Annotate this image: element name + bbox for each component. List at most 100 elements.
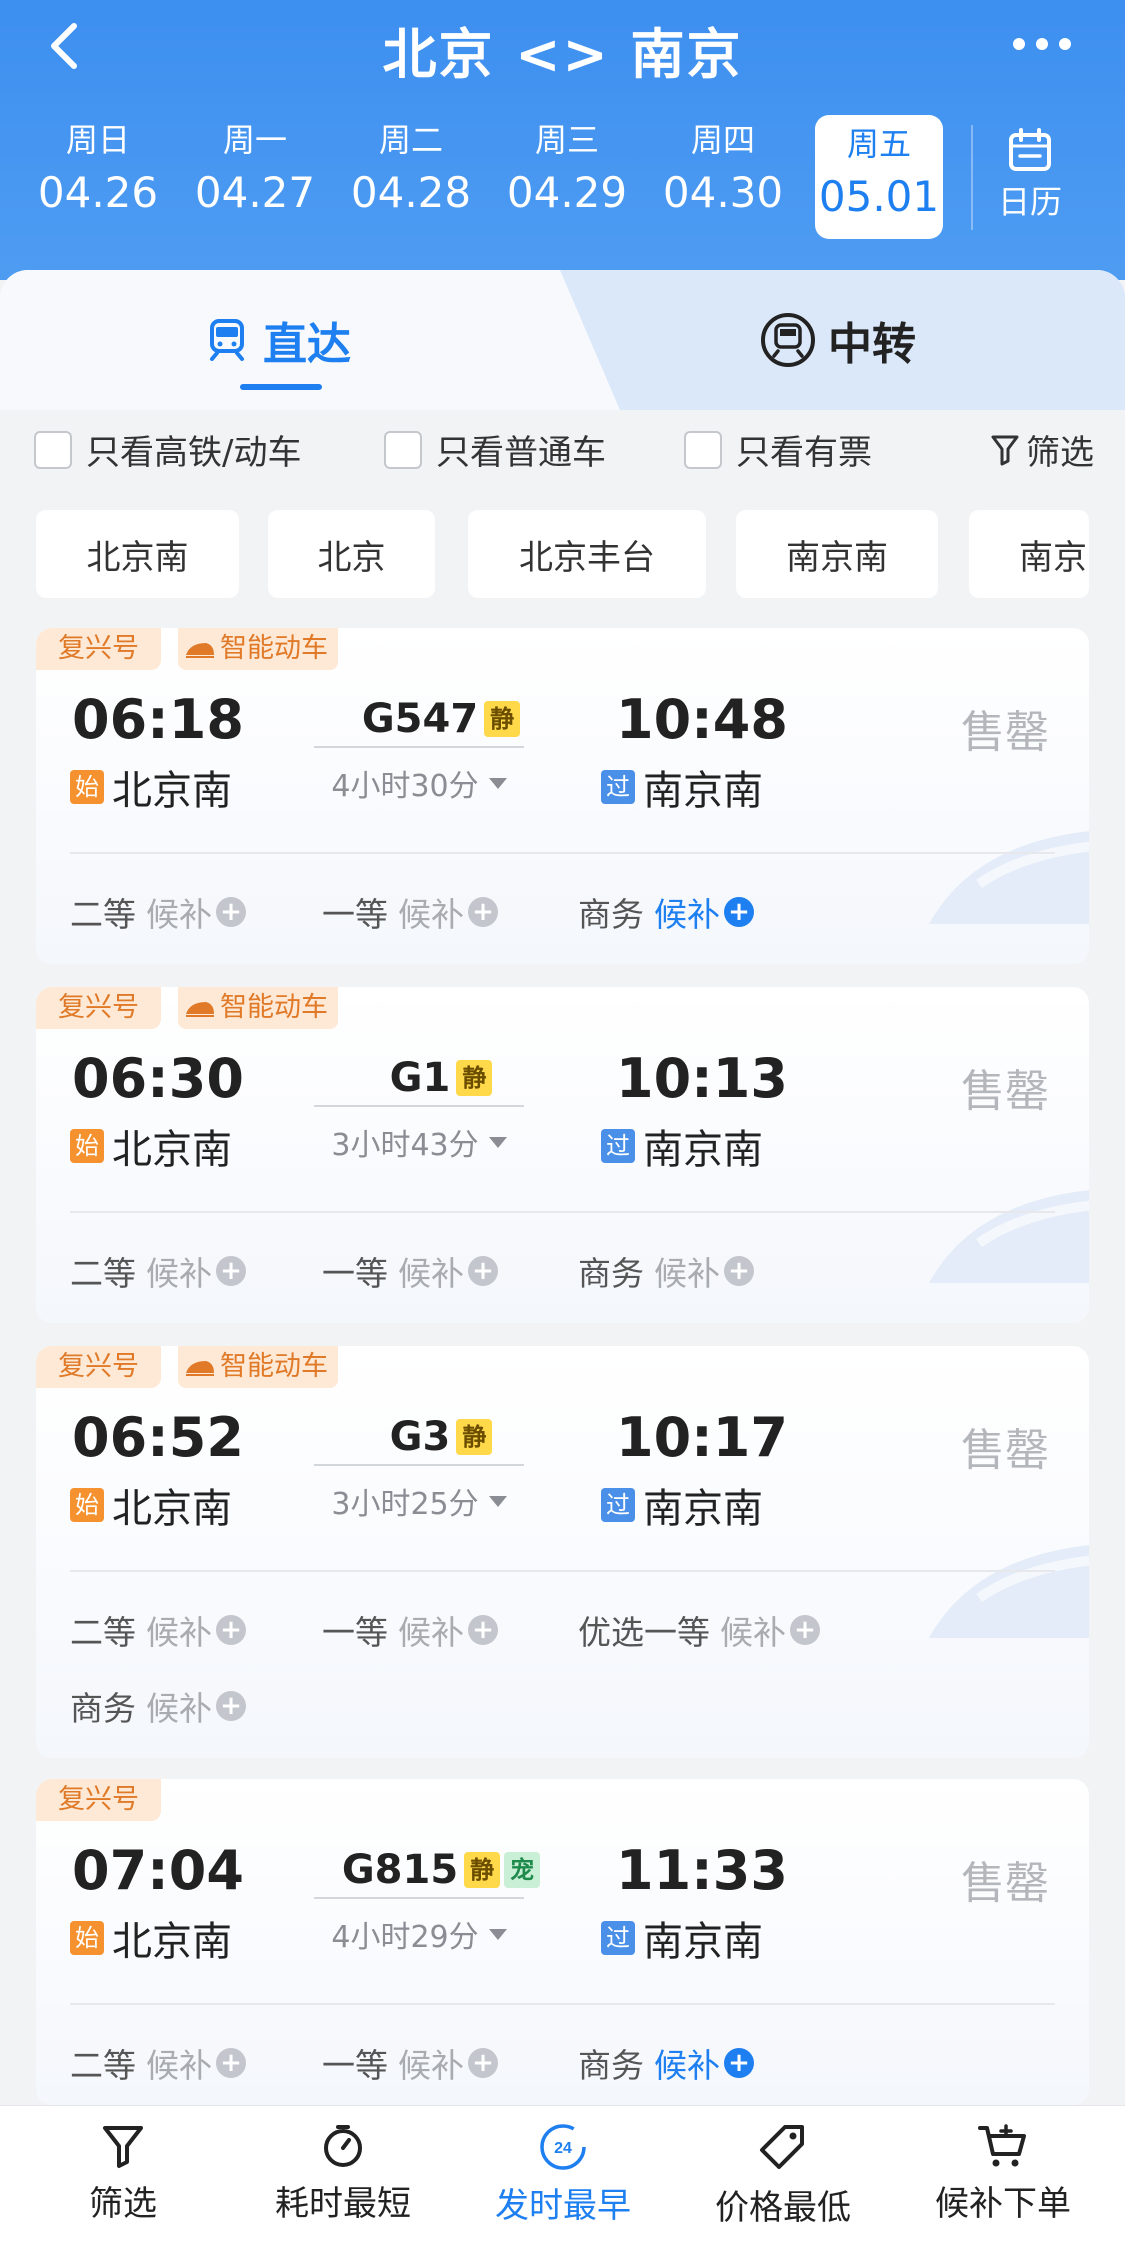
checkbox-box [684, 430, 722, 469]
station-chip[interactable]: 南京 [969, 510, 1089, 598]
seat-option[interactable]: 商务 候补 + [578, 1247, 754, 1295]
date-label: 05.01 [818, 172, 940, 221]
sort-filter-button[interactable]: 筛选 [23, 2122, 223, 2225]
station-chips: 北京南 北京 北京丰台 南京南 南京 [36, 510, 1125, 598]
seat-option[interactable]: 商务 候补 + [578, 2039, 754, 2087]
seat-option[interactable]: 一等 候补 + [322, 1247, 498, 1295]
high-speed-checkbox[interactable]: 只看高铁/动车 [34, 425, 301, 474]
seat-option[interactable]: 二等 候补 + [70, 888, 246, 936]
bottom-toolbar: 筛选 耗时最短 24 发时最早 价格最低 候补下单 [0, 2105, 1125, 2262]
weekday-label: 周二 [378, 121, 443, 159]
station-chip[interactable]: 北京丰台 [468, 510, 706, 598]
sort-earliest-button[interactable]: 24 发时最早 [463, 2122, 663, 2227]
origin-badge: 始 [70, 1129, 104, 1163]
available-only-checkbox[interactable]: 只看有票 [684, 425, 872, 474]
departure-station-name: 北京南 [112, 1919, 232, 1965]
train-card[interactable]: 复兴号 07:04 始北京南 G815 静宠 4小时29分 11:33 过南京南 … [36, 1779, 1089, 2105]
seat-class: 优选一等 [578, 1613, 710, 1652]
origin-badge: 始 [70, 1921, 104, 1955]
train-card[interactable]: 复兴号 智能动车 06:18 始北京南 G547 静 4小时30分 10:48 过… [36, 628, 1089, 964]
date-item[interactable]: 周三 04.29 [492, 115, 642, 221]
checkbox-label: 只看普通车 [436, 433, 606, 473]
stopwatch-icon [324, 2125, 362, 2167]
calendar-divider [971, 125, 973, 230]
seat-option[interactable]: 优选一等 候补 + [578, 1606, 820, 1654]
duration-label: 3小时25分 [331, 1487, 479, 1522]
arrival-station: 过南京南 [601, 758, 763, 816]
quiet-badge: 静 [464, 1852, 501, 1888]
tab-transfer-label: 中转 [828, 319, 916, 370]
duration[interactable]: 4小时29分 [314, 1912, 524, 1956]
date-label: 04.28 [350, 168, 472, 217]
date-item-selected[interactable]: 周五 05.01 [815, 115, 943, 239]
date-item[interactable]: 周一 04.27 [180, 115, 330, 221]
clock-24-text: 24 [554, 2140, 572, 2157]
date-item[interactable]: 周日 04.26 [23, 115, 173, 221]
funnel-icon [103, 2126, 143, 2168]
plus-icon: + [216, 1691, 246, 1721]
filter-button[interactable]: 筛选 [990, 425, 1094, 474]
seat-option[interactable]: 商务 候补 + [70, 1682, 246, 1730]
calendar-icon [1009, 128, 1051, 171]
checkbox-label: 只看高铁/动车 [86, 433, 302, 473]
calendar-button[interactable]: 日历 [975, 127, 1085, 223]
filter-row: 只看高铁/动车 只看普通车 只看有票 筛选 [34, 425, 1114, 475]
seat-option[interactable]: 二等 候补 + [70, 1606, 246, 1654]
bullet-train-icon [186, 1002, 214, 1017]
sold-out-status: 售罄 [961, 707, 1049, 758]
pass-badge: 过 [601, 1488, 635, 1522]
seat-option[interactable]: 一等 候补 + [322, 1606, 498, 1654]
filter-label: 筛选 [1026, 433, 1094, 473]
duration-label: 4小时30分 [331, 769, 479, 804]
arrival-station-name: 南京南 [643, 1486, 763, 1532]
station-chip[interactable]: 北京南 [36, 510, 239, 598]
waitlist-label: 候补 [720, 1613, 786, 1652]
arrival-time: 10:13 [616, 1047, 788, 1110]
plus-icon: + [216, 1615, 246, 1645]
seat-option[interactable]: 一等 候补 + [322, 888, 498, 936]
plus-icon: + [468, 1256, 498, 1286]
divider [70, 1211, 1055, 1213]
train-card[interactable]: 复兴号 智能动车 06:30 始北京南 G1 静 3小时43分 10:13 过南京… [36, 987, 1089, 1323]
pass-badge: 过 [601, 1921, 635, 1955]
pass-badge: 过 [601, 1129, 635, 1163]
station-chip[interactable]: 北京 [268, 510, 435, 598]
departure-station-name: 北京南 [112, 1486, 232, 1532]
departure-station: 始北京南 [70, 758, 232, 816]
station-chip[interactable]: 南京南 [736, 510, 938, 598]
route-line [314, 1105, 524, 1107]
seat-option[interactable]: 二等 候补 + [70, 2039, 246, 2087]
chevron-down-icon [488, 777, 507, 789]
toolbar-label: 筛选 [89, 2184, 157, 2224]
waitlist-label: 候补 [146, 1254, 212, 1293]
sort-cheapest-button[interactable]: 价格最低 [683, 2122, 883, 2229]
date-item[interactable]: 周二 04.28 [336, 115, 486, 221]
seat-option[interactable]: 二等 候补 + [70, 1247, 246, 1295]
tab-direct[interactable]: 直达 [205, 310, 351, 370]
waitlist-order-button[interactable]: 候补下单 [903, 2122, 1103, 2225]
plus-icon: + [468, 1615, 498, 1645]
toolbar-label: 耗时最短 [275, 2184, 411, 2224]
tab-transfer[interactable]: 中转 [760, 310, 916, 370]
train-card[interactable]: 复兴号 智能动车 06:52 始北京南 G3 静 3小时25分 10:17 过南京… [36, 1346, 1089, 1758]
train-number: G1 静 [316, 1055, 566, 1101]
arrival-station: 过南京南 [601, 1117, 763, 1175]
departure-time: 07:04 [72, 1839, 244, 1902]
normal-train-checkbox[interactable]: 只看普通车 [384, 425, 606, 474]
more-icon[interactable] [1007, 24, 1077, 64]
train-number-label: G815 [341, 1847, 459, 1893]
brand-tag: 复兴号 [36, 987, 161, 1029]
funnel-icon [991, 435, 1019, 465]
arrival-station-name: 南京南 [643, 1127, 763, 1173]
date-item[interactable]: 周四 04.30 [648, 115, 798, 221]
smart-train-tag: 智能动车 [178, 628, 338, 670]
sort-shortest-button[interactable]: 耗时最短 [243, 2122, 443, 2225]
brand-tag: 复兴号 [36, 1346, 161, 1388]
seat-option[interactable]: 商务 候补 + [578, 888, 754, 936]
weekday-label: 周一 [222, 121, 287, 159]
arrival-time: 10:48 [616, 688, 788, 751]
seat-option[interactable]: 一等 候补 + [322, 2039, 498, 2087]
duration[interactable]: 4小时30分 [314, 761, 524, 805]
duration[interactable]: 3小时43分 [314, 1120, 524, 1164]
duration[interactable]: 3小时25分 [314, 1479, 524, 1523]
